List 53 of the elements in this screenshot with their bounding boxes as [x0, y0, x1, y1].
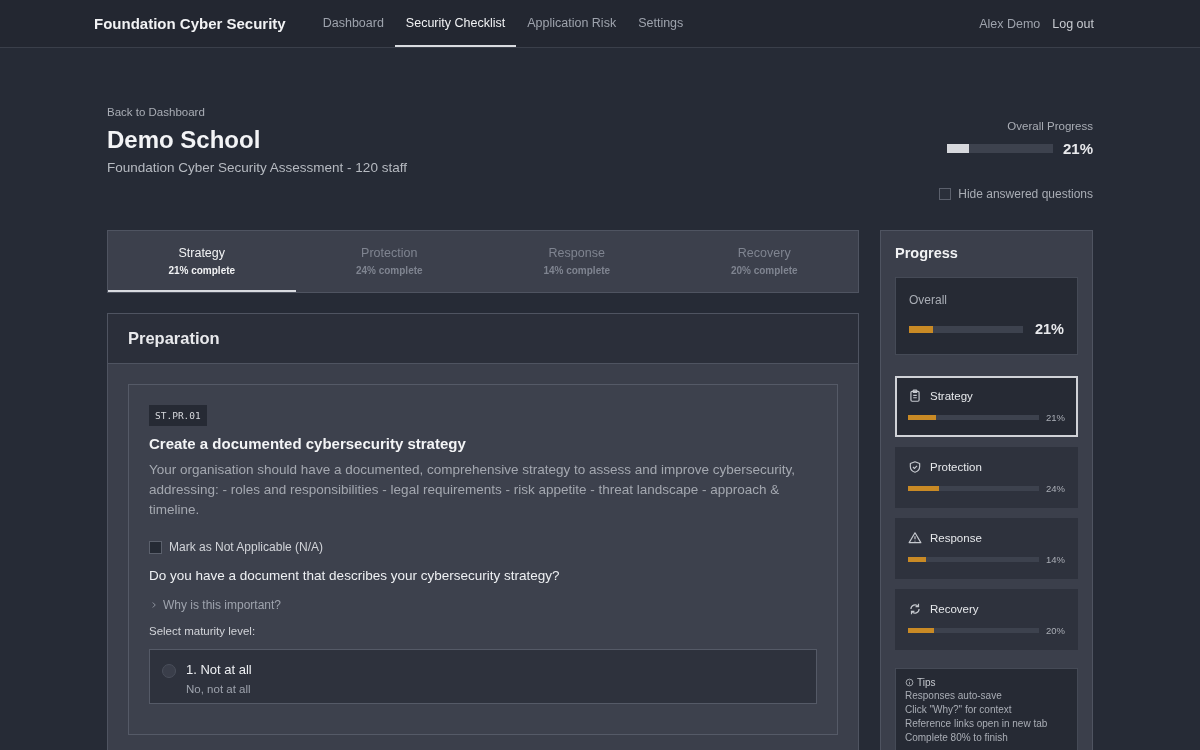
progress-label: Overall Progress: [1007, 120, 1093, 132]
category-value: 20%: [1046, 625, 1065, 636]
category-card[interactable]: Strategy 21%: [895, 376, 1078, 437]
nav-link[interactable]: Application Risk: [516, 0, 628, 47]
category-label: Recovery: [930, 603, 979, 615]
maturity-label: Select maturity level:: [149, 625, 257, 637]
refresh-icon: [908, 602, 922, 616]
checkbox[interactable]: [149, 540, 162, 554]
tip-text: Reference links open in new tab: [905, 718, 1049, 730]
question-description: Your organisation should have a documented, comprehensive strategy to assess and improve cybersecurity, addressing: - roles and responsibilities - legal requirements - risk appetite - threat landscape - approach & timeline.: [149, 461, 797, 519]
option-description: No, not at all: [186, 683, 252, 695]
question-prompt: Do you have a document that describes your cybersecurity strategy?: [149, 568, 561, 583]
panel-title: Progress: [895, 245, 959, 261]
overall-label: Overall: [909, 293, 948, 307]
tip-text: Complete 80% to finish: [905, 732, 1009, 744]
section-title: Preparation: [108, 314, 858, 364]
checkbox-label: Hide answered questions: [958, 187, 1093, 201]
category-card[interactable]: Response 14%: [895, 518, 1078, 579]
nav-link[interactable]: Settings: [627, 0, 695, 47]
page-subtitle: Foundation Cyber Security Assessment - 120 staff: [107, 160, 407, 175]
warning-icon: [908, 531, 922, 545]
question-code: ST.PR.01: [149, 405, 207, 426]
shield-check-icon: [908, 460, 922, 474]
brand-name: Foundation Cyber Security: [94, 15, 286, 32]
category-value: 14%: [1046, 554, 1065, 565]
info-icon: [905, 678, 914, 687]
checkbox-label: Mark as Not Applicable (N/A): [169, 540, 324, 554]
category-label: Strategy: [930, 390, 973, 402]
logout-link[interactable]: Log out: [1052, 16, 1094, 31]
tips-title: Tips: [917, 677, 936, 688]
option-label: 1. Not at all: [186, 662, 252, 677]
question-title: Create a documented cybersecurity strategy: [149, 435, 467, 452]
section-tab[interactable]: Strategy 21% complete: [108, 231, 296, 292]
category-card[interactable]: Protection 24%: [895, 447, 1078, 508]
checkbox[interactable]: [939, 188, 952, 200]
maturity-option[interactable]: 1. Not at all No, not at all: [149, 649, 817, 704]
radio-button[interactable]: [162, 664, 176, 678]
nav-link[interactable]: Security Checklist: [394, 0, 517, 47]
why-link[interactable]: Why is this important?: [163, 598, 282, 612]
progress-value: 21%: [1062, 140, 1093, 157]
overall-value: 21%: [1034, 321, 1064, 337]
category-label: Protection: [930, 461, 982, 473]
back-link[interactable]: Back to Dashboard: [107, 106, 407, 118]
category-card[interactable]: Recovery 20%: [895, 589, 1078, 650]
user-name: Alex Demo: [979, 16, 1041, 31]
nav-link[interactable]: Dashboard: [311, 0, 395, 47]
tip-text: Responses auto-save: [905, 690, 1003, 702]
category-value: 21%: [1046, 412, 1065, 423]
page-title: Demo School: [107, 126, 262, 154]
clipboard-icon: [908, 389, 922, 403]
tip-text: Click "Why?" for context: [905, 704, 1013, 716]
category-value: 24%: [1046, 483, 1065, 494]
category-label: Response: [930, 532, 982, 544]
